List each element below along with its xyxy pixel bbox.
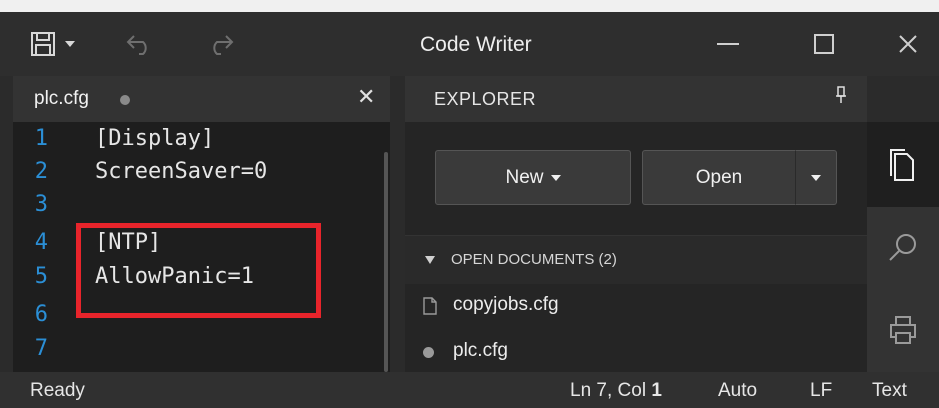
status-bar: Ready Ln 7, Col 1 Auto LF Text <box>0 372 939 408</box>
indent-mode[interactable]: Auto <box>718 380 757 402</box>
tab-label: plc.cfg <box>34 88 89 109</box>
right-sidebar <box>867 76 939 372</box>
save-dropdown-icon[interactable] <box>60 28 80 60</box>
code-line: 1 [Display] <box>13 126 383 159</box>
open-button-label: Open <box>695 166 743 188</box>
line-number: 3 <box>34 192 48 217</box>
new-button-label: New <box>505 166 544 188</box>
line-number: 4 <box>34 230 48 255</box>
document-name: plc.cfg <box>453 340 508 361</box>
maximize-icon[interactable] <box>804 28 844 60</box>
line-number: 6 <box>34 302 48 327</box>
open-documents-section[interactable]: OPEN DOCUMENTS (2) <box>405 235 867 284</box>
line-text: ScreenSaver=0 <box>95 159 268 184</box>
editor-tab[interactable]: plc.cfg ✕ <box>13 76 390 122</box>
code-line: 3 <box>13 192 383 225</box>
open-dropdown-button[interactable] <box>795 150 837 205</box>
redo-icon[interactable] <box>202 28 238 60</box>
cursor-position-label: Ln 7, Col <box>570 380 647 401</box>
status-ready: Ready <box>30 380 85 401</box>
close-tab-icon[interactable]: ✕ <box>357 84 375 110</box>
list-item[interactable]: plc.cfg <box>405 330 867 374</box>
code-line: 2 ScreenSaver=0 <box>13 159 383 192</box>
line-text: [Display] <box>95 126 215 151</box>
file-icon <box>423 297 437 320</box>
open-button[interactable]: Open <box>642 150 796 205</box>
line-number: 5 <box>34 264 48 289</box>
search-icon[interactable] <box>867 207 939 287</box>
documents-icon[interactable] <box>867 122 939 207</box>
collapse-triangle-icon <box>425 256 435 264</box>
list-item[interactable]: copyjobs.cfg <box>405 284 867 328</box>
pin-icon[interactable] <box>835 86 847 109</box>
background-window-strip <box>0 0 939 12</box>
explorer-panel: New Open OPEN DOCUMENTS (2) copyjobs.cfg… <box>405 122 867 372</box>
new-button[interactable]: New <box>435 150 631 205</box>
cursor-column: 1 <box>651 380 662 401</box>
section-title: OPEN DOCUMENTS (2) <box>451 251 617 268</box>
window-title: Code Writer <box>420 33 532 56</box>
language-mode[interactable]: Text <box>872 380 907 402</box>
line-number: 2 <box>34 159 48 184</box>
save-icon[interactable] <box>28 28 58 60</box>
editor-scrollbar[interactable] <box>384 152 388 372</box>
explorer-title: EXPLORER <box>434 89 537 109</box>
document-name: copyjobs.cfg <box>453 294 559 315</box>
chevron-down-icon <box>550 174 561 181</box>
dot-icon <box>423 347 434 358</box>
explorer-header: EXPLORER <box>405 76 867 122</box>
line-number: 1 <box>34 126 48 151</box>
minimize-icon[interactable] <box>708 28 748 60</box>
code-line: 7 <box>13 336 383 369</box>
print-icon[interactable] <box>867 287 939 372</box>
cursor-position[interactable]: Ln 7, Col 1 <box>570 380 662 402</box>
close-window-icon[interactable] <box>888 28 928 60</box>
title-bar: Code Writer <box>0 12 939 76</box>
line-number: 7 <box>34 336 48 361</box>
chevron-down-icon <box>811 174 821 181</box>
undo-icon[interactable] <box>122 28 158 60</box>
highlight-box <box>76 223 321 318</box>
line-ending[interactable]: LF <box>810 380 832 402</box>
modified-dot-icon <box>120 95 130 105</box>
